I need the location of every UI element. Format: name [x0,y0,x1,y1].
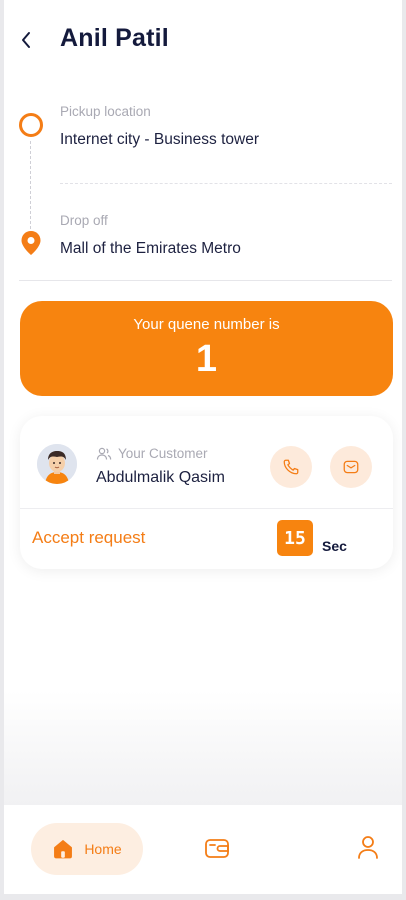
queue-card: Your quene number is 1 [20,301,393,396]
user-group-icon [96,447,112,460]
back-button[interactable] [14,26,38,54]
profile-icon [358,836,378,859]
customer-card: Your Customer Abdulmalik Qasim Accept re… [20,416,393,569]
nav-wallet-tab[interactable] [204,836,230,865]
customer-avatar-image [37,444,77,484]
timer-unit: Sec [322,538,347,554]
location-pin-icon [21,231,41,255]
nav-home-tab[interactable]: Home [31,823,143,875]
card-divider [20,508,393,509]
phone-icon [283,459,299,475]
queue-number: 1 [195,338,218,380]
page-title: Anil Patil [60,24,169,52]
nav-home-label: Home [84,841,122,857]
message-button[interactable] [330,446,372,488]
message-icon [343,460,359,474]
customer-name: Abdulmalik Qasim [96,469,225,486]
dropoff-value: Mall of the Emirates Metro [60,240,241,257]
nav-profile-tab[interactable] [356,834,380,865]
section-divider [19,280,392,281]
pickup-label: Pickup location [60,104,151,119]
chevron-left-icon [22,32,30,48]
accept-request-button[interactable]: Accept request [32,528,145,548]
bottom-nav: Home [4,805,402,894]
home-icon [54,840,73,859]
route-divider [60,183,392,184]
queue-label: Your quene number is [133,316,280,333]
call-button[interactable] [270,446,312,488]
pickup-pin-icon [19,113,43,137]
countdown-timer: 15 [277,520,313,556]
route-connector [30,141,31,229]
background-fade [4,690,402,805]
dropoff-label: Drop off [60,213,108,228]
wallet-icon [205,839,229,858]
app-screen: Anil Patil Pickup location Internet city… [4,0,402,894]
customer-label-row: Your Customer [96,446,208,461]
customer-label: Your Customer [118,446,208,461]
avatar [37,444,77,484]
pickup-value: Internet city - Business tower [60,131,259,148]
